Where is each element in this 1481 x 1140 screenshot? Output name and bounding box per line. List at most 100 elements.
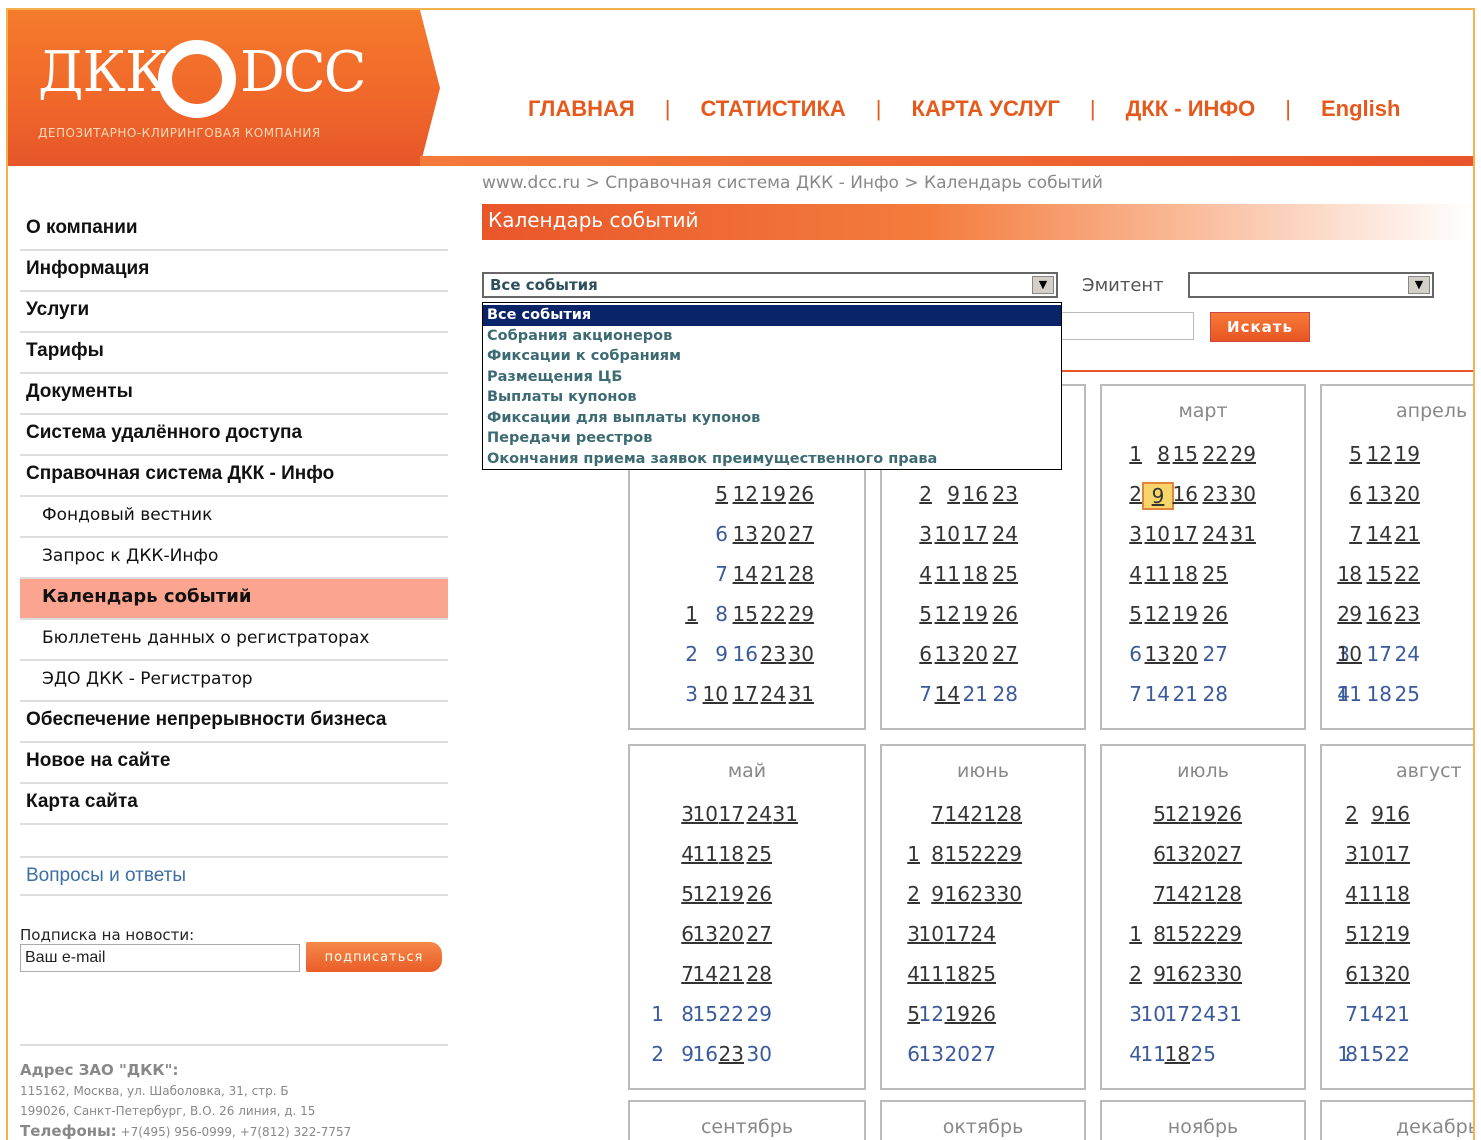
calendar-day[interactable]: 14 [1364,522,1392,546]
calendar-day[interactable]: 15 [1364,562,1392,586]
calendar-day[interactable]: 5 [700,482,728,506]
calendar-day[interactable]: 25 [744,842,772,866]
calendar-day[interactable]: 18 [942,962,970,986]
calendar-day[interactable]: 12 [730,482,758,506]
calendar-day[interactable]: 6 [1334,482,1362,506]
calendar-day[interactable]: 31 [786,682,814,706]
sidebar-item-documents[interactable]: Документы [20,374,448,415]
calendar-day[interactable]: 21 [1188,882,1216,906]
calendar-day[interactable]: 26 [744,882,772,906]
calendar-day[interactable]: 26 [786,482,814,506]
calendar-day[interactable]: 14 [1162,882,1190,906]
calendar-day[interactable]: 17 [960,522,988,546]
calendar-day[interactable]: 25 [1200,562,1228,586]
calendar-day[interactable]: 20 [960,642,988,666]
calendar-day[interactable]: 12 [690,882,718,906]
nav-statistics[interactable]: СТАТИСТИКА [700,96,845,122]
calendar-day[interactable]: 10 [932,522,960,546]
sidebar-item-remote-access[interactable]: Система удалённого доступа [20,415,448,456]
calendar-day[interactable]: 4 [1330,882,1358,906]
calendar-day[interactable]: 16 [942,882,970,906]
calendar-day[interactable]: 30 [994,882,1022,906]
search-button[interactable]: Искать [1210,312,1310,342]
sidebar-item-event-calendar[interactable]: Календарь событий [20,579,448,620]
calendar-day[interactable]: 5 [1330,922,1358,946]
dropdown-option[interactable]: Передачи реестров [483,428,1061,449]
calendar-day[interactable]: 10 [690,802,718,826]
calendar-day[interactable]: 25 [968,962,996,986]
calendar-day[interactable]: 13 [690,922,718,946]
calendar-day[interactable]: 11 [916,962,944,986]
calendar-day[interactable]: 16 [1364,602,1392,626]
calendar-day[interactable]: 18 [1170,562,1198,586]
calendar-day[interactable]: 21 [716,962,744,986]
calendar-day[interactable]: 23 [968,882,996,906]
calendar-day[interactable]: 28 [1214,882,1242,906]
dropdown-option[interactable]: Все события [483,305,1061,326]
calendar-day[interactable]: 11 [1356,882,1384,906]
calendar-day[interactable]: 13 [1364,482,1392,506]
subscribe-button[interactable]: подписаться [306,942,442,972]
calendar-day[interactable]: 28 [994,802,1022,826]
calendar-day[interactable]: 24 [990,522,1018,546]
calendar-day[interactable]: 12 [1364,442,1392,466]
calendar-day[interactable]: 20 [1170,642,1198,666]
calendar-day[interactable]: 17 [1382,842,1410,866]
calendar-day[interactable]: 21 [1392,522,1420,546]
calendar-day[interactable]: 2 [1330,802,1358,826]
sidebar-item-information[interactable]: Информация [20,251,448,292]
calendar-day[interactable]: 22 [758,602,786,626]
dropdown-option[interactable]: Собрания акционеров [483,326,1061,347]
calendar-day[interactable]: 26 [1214,802,1242,826]
calendar-day[interactable]: 12 [1162,802,1190,826]
calendar-day[interactable]: 29 [1228,442,1256,466]
calendar-day[interactable]: 27 [786,522,814,546]
calendar-day[interactable]: 20 [1382,962,1410,986]
calendar-day[interactable]: 12 [932,602,960,626]
calendar-day[interactable]: 7 [916,802,944,826]
calendar-day[interactable]: 1 [1114,442,1142,466]
calendar-day[interactable]: 1 [670,602,698,626]
calendar-day[interactable]: 24 [968,922,996,946]
calendar-day[interactable]: 8 [916,842,944,866]
calendar-day[interactable]: 13 [1162,842,1190,866]
calendar-day[interactable]: 10 [700,682,728,706]
calendar-day[interactable]: 18 [1382,882,1410,906]
nav-english[interactable]: English [1321,96,1400,122]
calendar-day[interactable]: 14 [730,562,758,586]
calendar-day[interactable]: 12 [1142,602,1170,626]
calendar-day[interactable]: 27 [744,922,772,946]
sidebar-item-whats-new[interactable]: Новое на сайте [20,743,448,784]
sidebar-item-business-continuity[interactable]: Обеспечение непрерывности бизнеса [20,702,448,743]
calendar-day[interactable]: 23 [716,1042,744,1066]
calendar-day[interactable]: 5 [1114,602,1142,626]
calendar-day[interactable]: 16 [1162,962,1190,986]
calendar-day[interactable]: 5 [904,602,932,626]
nav-services-map[interactable]: КАРТА УСЛУГ [912,96,1060,122]
calendar-day[interactable]: 21 [968,802,996,826]
calendar-day[interactable]: 22 [1200,442,1228,466]
calendar-day[interactable]: 28 [744,962,772,986]
calendar-day[interactable]: 4 [1114,562,1142,586]
calendar-day[interactable]: 10 [916,922,944,946]
emitter-select[interactable]: ▼ [1188,272,1434,298]
calendar-day[interactable]: 19 [942,1002,970,1026]
calendar-day[interactable]: 17 [942,922,970,946]
calendar-day[interactable]: 11 [690,842,718,866]
sidebar-item-services[interactable]: Услуги [20,292,448,333]
calendar-day[interactable]: 9 [1356,802,1384,826]
calendar-day[interactable]: 19 [1170,602,1198,626]
calendar-day[interactable]: 4 [904,562,932,586]
calendar-day[interactable]: 17 [730,682,758,706]
event-type-select[interactable]: Все события ▼ [482,272,1058,298]
calendar-day[interactable]: 18 [1162,1042,1190,1066]
calendar-day[interactable]: 23 [990,482,1018,506]
sidebar-item-dcc-info[interactable]: Справочная система ДКК - Инфо [20,456,448,497]
chevron-down-icon[interactable]: ▼ [1032,276,1054,294]
nav-main[interactable]: ГЛАВНАЯ [528,96,635,122]
calendar-day[interactable]: 31 [1228,522,1256,546]
faq-link[interactable]: Вопросы и ответы [20,856,448,896]
calendar-day[interactable]: 29 [786,602,814,626]
search-input[interactable] [1058,312,1194,340]
calendar-day[interactable]: 3 [1330,842,1358,866]
